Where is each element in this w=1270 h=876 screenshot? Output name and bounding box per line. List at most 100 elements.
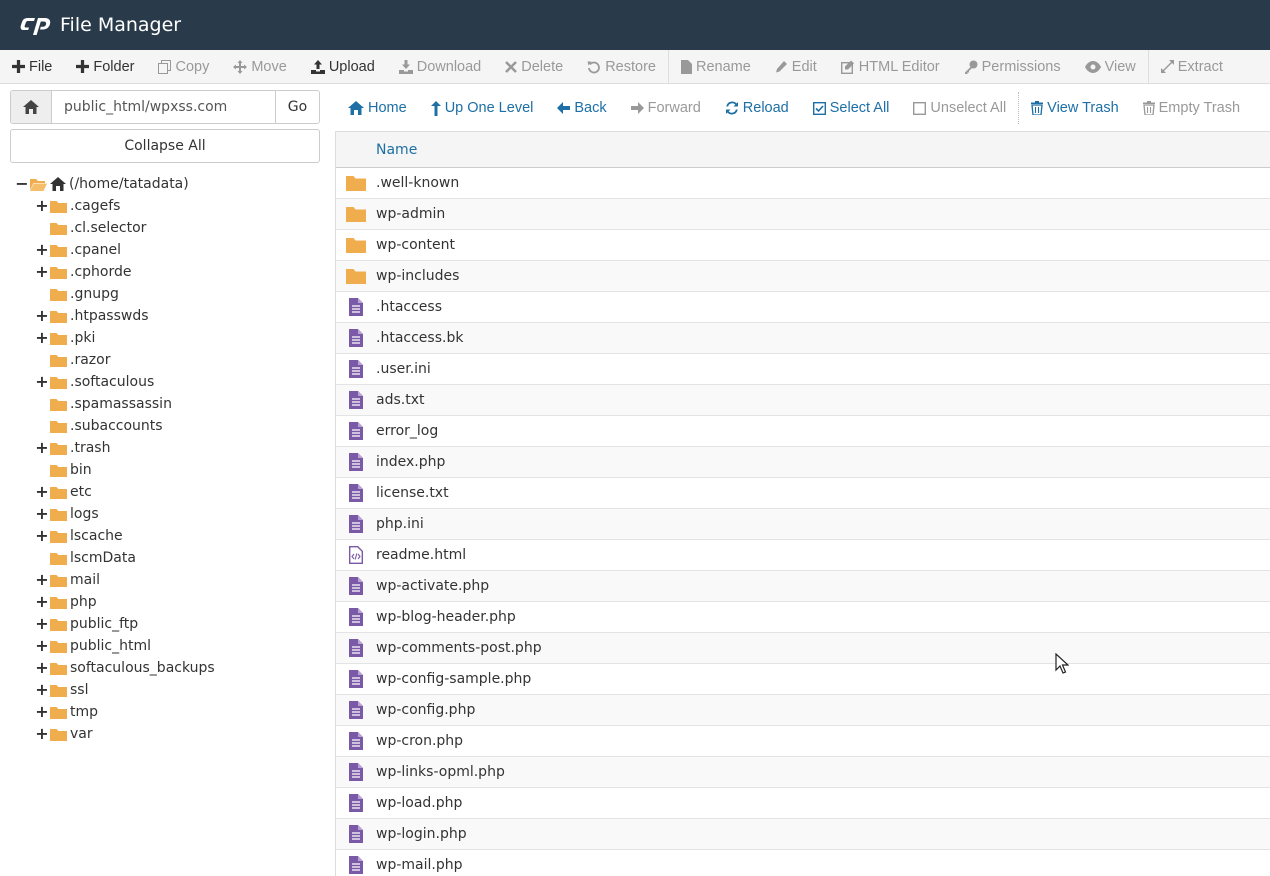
select-all-button[interactable]: Select All	[801, 90, 902, 126]
tree-item[interactable]: + tmp	[16, 701, 326, 723]
table-row[interactable]: wp-login.php	[336, 819, 1270, 850]
back-button[interactable]: Back	[545, 90, 618, 126]
home-button[interactable]: Home	[336, 90, 419, 126]
table-row[interactable]: wp-comments-post.php	[336, 633, 1270, 664]
expand-toggle-icon[interactable]: +	[35, 660, 48, 676]
tree-item[interactable]: + public_html	[16, 635, 326, 657]
table-row[interactable]: index.php	[336, 447, 1270, 478]
expand-toggle-icon[interactable]: +	[35, 682, 48, 698]
main-toolbar: File Folder Copy Move Upload Download De…	[0, 50, 1270, 84]
path-go-button[interactable]: Go	[275, 91, 319, 123]
tree-item[interactable]: + logs	[16, 503, 326, 525]
tree-root[interactable]: − (/home/tatadata)	[15, 173, 326, 195]
move-button[interactable]: Move	[221, 50, 298, 83]
up-one-level-button[interactable]: Up One Level	[419, 90, 546, 126]
table-row[interactable]: wp-content	[336, 230, 1270, 261]
expand-toggle-icon[interactable]: +	[35, 528, 48, 544]
view-trash-button[interactable]: View Trash	[1019, 90, 1130, 126]
edit-button[interactable]: Edit	[763, 50, 829, 83]
expand-toggle-icon[interactable]: +	[35, 484, 48, 500]
new-file-button[interactable]: File	[0, 50, 64, 83]
collapse-toggle-icon[interactable]: −	[15, 176, 28, 192]
tree-item[interactable]: .cl.selector	[16, 217, 326, 239]
expand-toggle-icon[interactable]: +	[35, 242, 48, 258]
table-row[interactable]: .user.ini	[336, 354, 1270, 385]
expand-toggle-icon[interactable]: +	[35, 506, 48, 522]
tree-item[interactable]: + .cagefs	[16, 195, 326, 217]
table-row[interactable]: ads.txt	[336, 385, 1270, 416]
file-name: .well-known	[376, 175, 460, 191]
table-row[interactable]: .well-known	[336, 168, 1270, 199]
table-row[interactable]: wp-load.php	[336, 788, 1270, 819]
table-row[interactable]: wp-admin	[336, 199, 1270, 230]
tree-item[interactable]: + .pki	[16, 327, 326, 349]
table-row[interactable]: php.ini	[336, 509, 1270, 540]
tree-item[interactable]: bin	[16, 459, 326, 481]
new-folder-button[interactable]: Folder	[64, 50, 146, 83]
table-row[interactable]: .htaccess	[336, 292, 1270, 323]
table-row[interactable]: wp-config.php	[336, 695, 1270, 726]
tree-item[interactable]: .razor	[16, 349, 326, 371]
expand-toggle-icon[interactable]: +	[35, 594, 48, 610]
html-editor-button[interactable]: HTML Editor	[829, 50, 952, 83]
copy-button[interactable]: Copy	[146, 50, 221, 83]
tree-item[interactable]: + etc	[16, 481, 326, 503]
restore-button[interactable]: Restore	[575, 50, 668, 83]
table-row[interactable]: wp-blog-header.php	[336, 602, 1270, 633]
tree-item[interactable]: + .cpanel	[16, 239, 326, 261]
download-button[interactable]: Download	[387, 50, 494, 83]
tree-item-label: lscache	[70, 528, 123, 544]
table-row[interactable]: wp-includes	[336, 261, 1270, 292]
tree-item[interactable]: + .htpasswds	[16, 305, 326, 327]
rename-button[interactable]: Rename	[669, 50, 763, 83]
expand-toggle-icon[interactable]: +	[35, 726, 48, 742]
tree-item[interactable]: .subaccounts	[16, 415, 326, 437]
tree-item[interactable]: + .softaculous	[16, 371, 326, 393]
tree-item[interactable]: + .cphorde	[16, 261, 326, 283]
expand-toggle-icon[interactable]: +	[35, 330, 48, 346]
extract-button[interactable]: Extract	[1149, 50, 1235, 83]
table-row[interactable]: .htaccess.bk	[336, 323, 1270, 354]
unselect-all-button[interactable]: Unselect All	[901, 90, 1018, 126]
collapse-all-button[interactable]: Collapse All	[10, 129, 320, 163]
expand-toggle-icon[interactable]: +	[35, 198, 48, 214]
tree-item[interactable]: .spamassassin	[16, 393, 326, 415]
forward-button[interactable]: Forward	[619, 90, 713, 126]
table-row[interactable]: wp-config-sample.php	[336, 664, 1270, 695]
table-row[interactable]: wp-links-opml.php	[336, 757, 1270, 788]
expand-toggle-icon[interactable]: +	[35, 440, 48, 456]
copy-label: Copy	[175, 58, 210, 75]
expand-toggle-icon[interactable]: +	[35, 374, 48, 390]
delete-button[interactable]: Delete	[493, 50, 575, 83]
path-home-button[interactable]	[11, 91, 52, 123]
path-input[interactable]	[52, 91, 275, 123]
view-button[interactable]: View	[1073, 50, 1148, 83]
expand-toggle-icon[interactable]: +	[35, 308, 48, 324]
table-row[interactable]: wp-activate.php	[336, 571, 1270, 602]
tree-item[interactable]: + var	[16, 723, 326, 745]
expand-toggle-icon[interactable]: +	[35, 264, 48, 280]
empty-trash-button[interactable]: Empty Trash	[1131, 90, 1252, 126]
tree-item[interactable]: + lscache	[16, 525, 326, 547]
tree-item[interactable]: + mail	[16, 569, 326, 591]
upload-button[interactable]: Upload	[299, 50, 387, 83]
tree-item[interactable]: + ssl	[16, 679, 326, 701]
table-row[interactable]: error_log	[336, 416, 1270, 447]
tree-item[interactable]: lscmData	[16, 547, 326, 569]
table-row[interactable]: readme.html	[336, 540, 1270, 571]
tree-item[interactable]: + .trash	[16, 437, 326, 459]
expand-toggle-icon[interactable]: +	[35, 638, 48, 654]
reload-button[interactable]: Reload	[713, 90, 801, 126]
table-row[interactable]: wp-cron.php	[336, 726, 1270, 757]
tree-item[interactable]: + php	[16, 591, 326, 613]
tree-item[interactable]: .gnupg	[16, 283, 326, 305]
expand-toggle-icon[interactable]: +	[35, 616, 48, 632]
tree-item[interactable]: + public_ftp	[16, 613, 326, 635]
expand-toggle-icon[interactable]: +	[35, 704, 48, 720]
column-name-header[interactable]: Name	[376, 142, 417, 158]
expand-toggle-icon[interactable]: +	[35, 572, 48, 588]
table-row[interactable]: wp-mail.php	[336, 850, 1270, 876]
table-row[interactable]: license.txt	[336, 478, 1270, 509]
permissions-button[interactable]: Permissions	[952, 50, 1073, 83]
tree-item[interactable]: + softaculous_backups	[16, 657, 326, 679]
